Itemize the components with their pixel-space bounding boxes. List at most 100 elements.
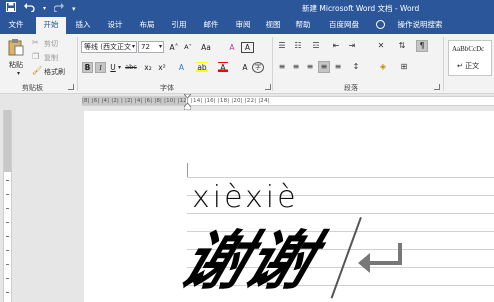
ruler-tick xyxy=(6,222,9,223)
chinese-layout-icon[interactable]: ✕ xyxy=(374,41,388,51)
tab-home[interactable]: 开始 xyxy=(36,17,66,34)
style-normal[interactable]: AaBbCcDc ↵ 正文 xyxy=(448,40,492,76)
style-preview-text: AaBbCcDc xyxy=(452,45,485,53)
tab-mailings[interactable]: 邮件 xyxy=(200,17,222,34)
ruler-tick xyxy=(6,180,9,181)
paste-button[interactable]: 粘贴 xyxy=(9,60,23,70)
paragraph-launcher-icon[interactable] xyxy=(434,84,440,90)
group-separator xyxy=(77,37,78,91)
phonetic-guide-button[interactable]: A xyxy=(241,42,254,53)
grow-font-button[interactable]: A˄ xyxy=(168,42,180,53)
lightbulb-icon xyxy=(376,20,385,29)
paragraph-mark-icon xyxy=(356,241,406,281)
bold-button[interactable]: B xyxy=(82,62,93,73)
ruler-tick xyxy=(6,236,9,237)
hanzi-text[interactable]: 谢谢 xyxy=(171,223,324,301)
sort-icon[interactable]: ⇅ xyxy=(396,41,408,51)
tab-view[interactable]: 视图 xyxy=(262,17,284,34)
undo-icon[interactable] xyxy=(24,2,35,16)
tab-baidu-netdisk[interactable]: 百度网盘 xyxy=(324,17,364,34)
group-separator xyxy=(272,37,273,91)
superscript-button[interactable]: x² xyxy=(156,62,168,73)
tab-insert[interactable]: 插入 xyxy=(72,17,94,34)
tab-design[interactable]: 设计 xyxy=(104,17,126,34)
font-color-button[interactable]: A xyxy=(218,62,228,73)
title-bar: ▾ ▾ 新建 Microsoft Word 文档 - Word xyxy=(0,0,494,17)
tab-layout[interactable]: 布局 xyxy=(136,17,158,34)
ribbon-home: 粘贴 ▾ ✂ 剪切 ❐ 复制 🖌 格式刷 剪贴板 等线 (西文正文 ▾ 72 ▾ A… xyxy=(0,34,494,94)
align-right-icon[interactable]: ≡ xyxy=(304,62,316,72)
align-center-icon[interactable]: ≡ xyxy=(290,62,302,72)
borders-icon[interactable]: ⊞ xyxy=(398,62,410,72)
format-painter-button[interactable]: 格式刷 xyxy=(44,67,65,77)
distributed-icon[interactable]: ≡ xyxy=(332,62,344,72)
ruler-tick xyxy=(6,278,9,279)
ruler-tick xyxy=(6,264,9,265)
italic-button[interactable]: I xyxy=(95,62,106,73)
style-name-label: ↵ 正文 xyxy=(457,62,480,70)
clear-formatting-button[interactable]: A xyxy=(226,42,238,53)
decrease-indent-icon[interactable]: ⇤ xyxy=(330,41,342,51)
paragraph-group-label: 段落 xyxy=(344,84,358,92)
vertical-ruler[interactable] xyxy=(3,110,12,302)
show-marks-icon[interactable]: ¶ xyxy=(416,40,428,52)
save-icon[interactable] xyxy=(6,2,16,16)
tell-me-search[interactable]: 操作说明搜索 xyxy=(392,17,448,34)
numbering-icon[interactable]: ☷ xyxy=(292,41,304,51)
clipboard-group-label: 剪贴板 xyxy=(22,84,43,92)
customize-qat-icon[interactable]: ▾ xyxy=(72,3,76,15)
enclose-char-button[interactable]: 字 xyxy=(252,62,264,73)
multilevel-list-icon[interactable]: ☲ xyxy=(310,41,322,51)
tab-file[interactable]: 文件 xyxy=(2,17,30,34)
paste-dropdown-icon[interactable]: ▾ xyxy=(17,70,20,77)
clipboard-launcher-icon[interactable] xyxy=(68,84,74,90)
ruler-bar[interactable]: |8| |6| |4| |2| | |2| |4| |6| |8| |10| |… xyxy=(82,96,494,106)
ruler-numbers: |8| |6| |4| |2| | |2| |4| |6| |8| |10| |… xyxy=(82,98,270,104)
cut-button[interactable]: 剪切 xyxy=(44,39,58,49)
strikethrough-button[interactable]: abc xyxy=(124,62,138,73)
tab-review[interactable]: 审阅 xyxy=(232,17,254,34)
line-spacing-icon[interactable]: ↕ xyxy=(350,62,362,72)
font-name-value: 等线 (西文正文 xyxy=(84,43,131,51)
format-painter-icon[interactable]: 🖌 xyxy=(32,66,42,76)
gridline xyxy=(187,177,494,178)
tab-help[interactable]: 帮助 xyxy=(292,17,314,34)
align-left-icon[interactable]: ≡ xyxy=(276,62,288,72)
pinyin-text[interactable]: xièxiè xyxy=(192,181,299,215)
document-page[interactable]: xièxiè 谢谢 xyxy=(84,111,494,302)
subscript-button[interactable]: x₂ xyxy=(142,62,154,73)
scissors-icon[interactable]: ✂ xyxy=(32,38,39,48)
bullets-icon[interactable]: ☰ xyxy=(276,41,288,51)
font-group-label: 字体 xyxy=(160,84,174,92)
horizontal-ruler: |8| |6| |4| |2| | |2| |4| |6| |8| |10| |… xyxy=(0,94,494,108)
redo-icon[interactable] xyxy=(53,2,65,16)
tab-references[interactable]: 引用 xyxy=(168,17,190,34)
ruler-tick xyxy=(6,292,9,293)
chevron-down-icon[interactable]: ▾ xyxy=(43,3,46,15)
indent-marker[interactable] xyxy=(183,93,192,111)
ruler-tick xyxy=(6,208,9,209)
margin-corner-mark xyxy=(187,163,188,177)
document-title: 新建 Microsoft Word 文档 - Word xyxy=(302,4,420,13)
shrink-font-button[interactable]: A˅ xyxy=(182,42,194,53)
justify-icon[interactable]: ≡ xyxy=(318,61,330,73)
chevron-down-icon: ▾ xyxy=(131,43,135,50)
shading-icon[interactable]: ◈ xyxy=(376,62,390,72)
change-case-button[interactable]: Aa xyxy=(198,42,214,53)
highlight-button[interactable]: ab xyxy=(196,62,208,73)
font-launcher-icon[interactable] xyxy=(265,84,271,90)
text-effects-button[interactable]: A xyxy=(176,62,187,73)
ruler-tick xyxy=(6,250,9,251)
vertical-ruler-margin xyxy=(4,110,11,172)
copy-icon[interactable]: ❐ xyxy=(32,52,39,62)
underline-dropdown-icon[interactable]: ▾ xyxy=(118,64,121,71)
copy-button[interactable]: 复制 xyxy=(44,53,58,63)
font-name-combo[interactable]: 等线 (西文正文 ▾ xyxy=(81,41,137,53)
font-size-combo[interactable]: 72 ▾ xyxy=(138,41,164,53)
increase-indent-icon[interactable]: ⇥ xyxy=(346,41,358,51)
paste-icon[interactable] xyxy=(8,38,24,56)
font-size-value: 72 xyxy=(141,43,150,51)
chevron-down-icon: ▾ xyxy=(158,43,162,50)
underline-button[interactable]: U xyxy=(108,62,118,73)
char-shading-button[interactable]: A xyxy=(240,62,250,73)
